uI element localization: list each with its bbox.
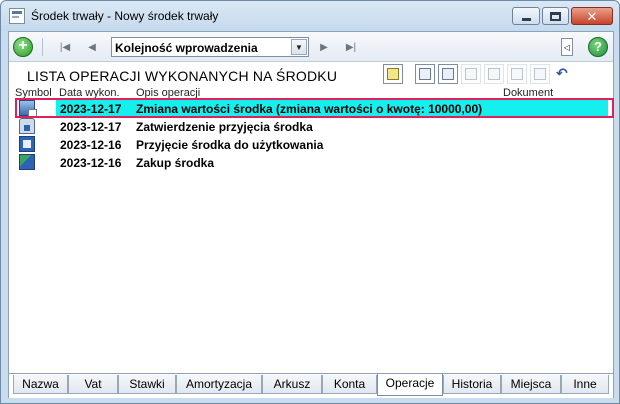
insert-icon bbox=[442, 68, 454, 80]
tab-bar: Nazwa Vat Stawki Amortyzacja Arkusz Kont… bbox=[9, 373, 613, 398]
row-date: 2023-12-16 bbox=[60, 156, 122, 170]
tab-operacje[interactable]: Operacje bbox=[377, 374, 443, 396]
add-button[interactable]: + bbox=[12, 36, 34, 58]
table-row[interactable]: 2023-12-17 Zmiana wartości środka (zmian… bbox=[13, 98, 614, 118]
export-button[interactable] bbox=[507, 64, 527, 84]
undo-icon: ↶ bbox=[556, 65, 568, 81]
close-button[interactable]: ✕ bbox=[571, 7, 613, 25]
window-title: Środek trwały - Nowy środek trwały bbox=[31, 9, 219, 23]
collapse-button[interactable]: ◁ bbox=[561, 38, 573, 56]
plus-icon: + bbox=[13, 37, 33, 57]
insert-button[interactable] bbox=[438, 64, 458, 84]
lock-icon bbox=[19, 118, 35, 134]
table-row[interactable]: 2023-12-16 Zakup środka bbox=[13, 154, 611, 171]
delete-icon bbox=[534, 68, 546, 80]
next-record-button[interactable]: ▶ bbox=[314, 37, 334, 57]
calendar-button[interactable] bbox=[415, 64, 435, 84]
maximize-icon bbox=[550, 11, 561, 21]
row-description: Zakup środka bbox=[136, 156, 215, 170]
sort-order-value: Kolejność wprowadzenia bbox=[115, 41, 258, 55]
close-icon: ✕ bbox=[586, 8, 598, 24]
triangle-left-icon: ◁ bbox=[563, 42, 571, 52]
monitor-icon bbox=[19, 136, 35, 152]
tab-arkusz[interactable]: Arkusz bbox=[262, 375, 322, 394]
row-description: Zatwierdzenie przyjęcia środka bbox=[136, 120, 313, 134]
app-icon bbox=[9, 8, 25, 24]
tab-amortyzacja[interactable]: Amortyzacja bbox=[176, 375, 262, 394]
table-row[interactable]: 2023-12-16 Przyjęcie środka do użytkowan… bbox=[13, 136, 611, 153]
document-button[interactable] bbox=[461, 64, 481, 84]
first-record-button[interactable]: |◀ bbox=[55, 37, 75, 57]
row-date: 2023-12-17 bbox=[60, 120, 122, 134]
edit-button[interactable] bbox=[484, 64, 504, 84]
view-icon bbox=[387, 68, 399, 80]
tab-historia[interactable]: Historia bbox=[443, 375, 501, 394]
tab-vat[interactable]: Vat bbox=[68, 375, 118, 394]
row-description: Przyjęcie środka do użytkowania bbox=[136, 138, 324, 152]
chevron-down-icon[interactable]: ▼ bbox=[291, 39, 307, 55]
sort-order-select[interactable]: Kolejność wprowadzenia ▼ bbox=[111, 37, 309, 57]
client-area: + |◀ ◀ Kolejność wprowadzenia ▼ ▶ ▶| ◁ ?… bbox=[8, 31, 614, 398]
title-bar[interactable]: Środek trwały - Nowy środek trwały ✕ bbox=[1, 1, 619, 31]
minimize-button[interactable] bbox=[512, 7, 540, 25]
question-icon: ? bbox=[588, 37, 608, 57]
last-icon: ▶| bbox=[345, 41, 357, 53]
view-button[interactable] bbox=[383, 64, 403, 84]
document-icon bbox=[465, 68, 477, 80]
purchase-icon bbox=[19, 154, 35, 170]
prev-icon: ◀ bbox=[88, 41, 96, 53]
tab-miejsca[interactable]: Miejsca bbox=[501, 375, 561, 394]
tab-nazwa[interactable]: Nazwa bbox=[13, 375, 68, 394]
tab-stawki[interactable]: Stawki bbox=[118, 375, 176, 394]
maximize-button[interactable] bbox=[542, 7, 569, 25]
next-icon: ▶ bbox=[320, 41, 328, 53]
last-record-button[interactable]: ▶| bbox=[341, 37, 361, 57]
window: Środek trwały - Nowy środek trwały ✕ + |… bbox=[0, 0, 620, 404]
selection-frame bbox=[15, 98, 614, 118]
calendar-icon bbox=[419, 68, 431, 80]
delete-button[interactable] bbox=[530, 64, 550, 84]
help-button[interactable]: ? bbox=[587, 36, 609, 58]
edit-icon bbox=[488, 68, 500, 80]
row-date: 2023-12-16 bbox=[60, 138, 122, 152]
tab-konta[interactable]: Konta bbox=[322, 375, 377, 394]
tab-inne[interactable]: Inne bbox=[561, 375, 609, 394]
list-title: LISTA OPERACJI WYKONANYCH NA ŚRODKU bbox=[27, 68, 338, 84]
toolbar: + |◀ ◀ Kolejność wprowadzenia ▼ ▶ ▶| ◁ ? bbox=[9, 32, 613, 62]
toolbar-separator bbox=[42, 38, 43, 56]
export-icon bbox=[511, 68, 523, 80]
prev-record-button[interactable]: ◀ bbox=[82, 37, 102, 57]
first-icon: |◀ bbox=[59, 41, 71, 53]
undo-button[interactable]: ↶ bbox=[553, 64, 573, 84]
table-row[interactable]: 2023-12-17 Zatwierdzenie przyjęcia środk… bbox=[13, 118, 611, 135]
minimize-icon bbox=[521, 17, 531, 21]
